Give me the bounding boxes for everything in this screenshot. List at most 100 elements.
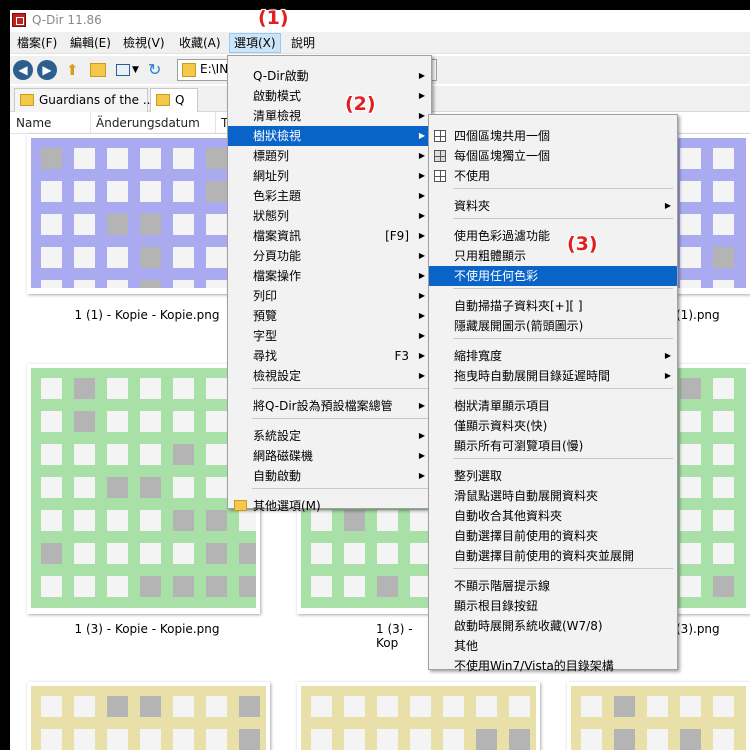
options-menu-item[interactable]: 網址列 ▶ [228, 166, 431, 186]
tree-submenu-item[interactable]: 其他 [429, 636, 677, 656]
submenu-arrow-icon: ▶ [418, 211, 425, 220]
file-caption[interactable]: 1 (3) - Kopie - Kopie.png [22, 622, 272, 636]
options-menu-item[interactable]: 清單檢視 ▶ [228, 106, 431, 126]
tree-submenu-item[interactable]: 自動收合其他資料夾 [429, 506, 677, 526]
tree-submenu-item[interactable]: 四個區塊共用一個 [429, 126, 677, 146]
tree-submenu-item[interactable]: 不使用任何色彩 [429, 266, 677, 286]
thumbnail[interactable] [27, 364, 260, 614]
tree-submenu-item[interactable]: 只用粗體顯示 [429, 246, 677, 266]
tree-submenu-item[interactable]: 顯示根目錄按鈕 [429, 596, 677, 616]
menu-file[interactable]: 檔案(F) [13, 34, 61, 52]
options-menu-item[interactable]: Q-Dir啟動 ▶ [228, 66, 431, 86]
tree-submenu-item[interactable]: 自動選擇目前使用的資料夾 [429, 526, 677, 546]
submenu-arrow-icon: ▶ [418, 351, 425, 360]
submenu-arrow-icon: ▶ [418, 231, 425, 240]
menu-item-label: 整列選取 [454, 469, 503, 483]
tree-submenu-item[interactable]: 拖曳時自動展開目錄延遲時間 ▶ [429, 366, 677, 386]
options-menu-item[interactable]: 標題列 ▶ [228, 146, 431, 166]
options-menu-item[interactable]: 將Q-Dir設為預設檔案總管 ▶ [228, 396, 431, 416]
submenu-arrow-icon: ▶ [418, 451, 425, 460]
options-menu-item[interactable]: 列印 ▶ [228, 286, 431, 306]
tree-submenu-item[interactable]: 啟動時展開系統收藏(W7/8) [429, 616, 677, 636]
app-icon [12, 13, 26, 27]
options-menu-item[interactable]: 狀態列 ▶ [228, 206, 431, 226]
menu-item-label: 網路磁碟機 [253, 449, 314, 463]
tree-submenu-item[interactable]: 使用色彩過濾功能 [429, 226, 677, 246]
column-divider[interactable] [215, 112, 216, 134]
options-menu-item[interactable]: 啟動模式 ▶ [228, 86, 431, 106]
menu-item-label: 只用粗體顯示 [454, 249, 527, 263]
submenu-arrow-icon: ▶ [418, 291, 425, 300]
thumbnail[interactable] [297, 682, 540, 750]
tree-submenu-item[interactable]: 滑鼠點選時自動展開資料夾 [429, 486, 677, 506]
tree-submenu-item[interactable]: 不使用 [429, 166, 677, 186]
menu-separator [252, 418, 430, 419]
tree-submenu-item[interactable]: 資料夾 ▶ [429, 196, 677, 216]
tab-label: Q [175, 93, 185, 107]
menu-shortcut: F3 [394, 349, 409, 363]
submenu-arrow-icon: ▶ [418, 251, 425, 260]
options-menu-item[interactable]: 檢視設定 ▶ [228, 366, 431, 386]
thumbnail[interactable] [27, 682, 270, 750]
menu-item-label: 分頁功能 [253, 249, 302, 263]
submenu-arrow-icon: ▶ [418, 331, 425, 340]
options-menu-item[interactable]: 檔案操作 ▶ [228, 266, 431, 286]
tree-submenu-item[interactable]: 不使用Win7/Vista的目錄架構 [429, 656, 677, 676]
options-menu-item[interactable]: 分頁功能 ▶ [228, 246, 431, 266]
forward-icon[interactable]: ▶ [37, 60, 57, 80]
tree-submenu-item[interactable]: 縮排寬度 ▶ [429, 346, 677, 366]
menu-item-label: 尋找 [253, 349, 278, 363]
folder-icon [156, 94, 170, 106]
title-bar: Q-Dir 11.86 [10, 10, 750, 32]
menu-options[interactable]: 選項(X) [229, 33, 281, 53]
options-menu-item[interactable]: 樹狀檢視 ▶ [228, 126, 431, 146]
options-menu-item[interactable]: 檔案資訊 [F9] ▶ [228, 226, 431, 246]
options-menu-item[interactable]: 網路磁碟機 ▶ [228, 446, 431, 466]
view-mode-icon[interactable] [116, 64, 130, 76]
options-menu-item[interactable]: 自動啟動 ▶ [228, 466, 431, 486]
menu-help[interactable]: 說明 [287, 34, 319, 52]
options-menu-item[interactable]: 系統設定 ▶ [228, 426, 431, 446]
window-title: Q-Dir 11.86 [32, 13, 102, 27]
menu-item-label: 僅顯示資料夾(快) [454, 419, 548, 433]
tab-guardians[interactable]: Guardians of the ... [14, 88, 154, 112]
thumbnail[interactable] [27, 134, 260, 294]
tree-submenu-item[interactable]: 顯示所有可瀏覽項目(慢) [429, 436, 677, 456]
tree-submenu-item[interactable]: 隱藏展開圖示(箭頭圖示) [429, 316, 677, 336]
tree-submenu-item[interactable]: 自動選擇目前使用的資料夾並展開 [429, 546, 677, 566]
refresh-icon[interactable]: ↻ [148, 60, 168, 80]
options-menu-item[interactable]: 其他選項(M) [228, 496, 431, 516]
tree-submenu-item[interactable]: 僅顯示資料夾(快) [429, 416, 677, 436]
up-folder-icon[interactable]: ⬆ [66, 60, 86, 80]
options-menu-item[interactable]: 預覽 ▶ [228, 306, 431, 326]
tree-submenu-item[interactable]: 每個區塊獨立一個 [429, 146, 677, 166]
column-divider[interactable] [90, 112, 91, 134]
tree-submenu-item[interactable]: 整列選取 [429, 466, 677, 486]
options-menu-item[interactable]: 尋找 F3 ▶ [228, 346, 431, 366]
menu-item-label: 狀態列 [253, 209, 290, 223]
options-menu-item[interactable]: 色彩主題 ▶ [228, 186, 431, 206]
back-icon[interactable]: ◀ [13, 60, 33, 80]
menu-favorites[interactable]: 收藏(A) [175, 34, 225, 52]
submenu-arrow-icon: ▶ [418, 191, 425, 200]
options-menu-item[interactable]: 字型 ▶ [228, 326, 431, 346]
new-folder-icon[interactable] [90, 63, 106, 77]
menu-item-label: 自動選擇目前使用的資料夾 [454, 529, 599, 543]
column-name[interactable]: Name [16, 116, 51, 130]
menu-item-label: 檔案操作 [253, 269, 302, 283]
menu-item-label: 滑鼠點選時自動展開資料夾 [454, 489, 599, 503]
file-caption[interactable]: 1 (3) - Kop [290, 622, 430, 650]
submenu-arrow-icon: ▶ [418, 131, 425, 140]
menu-view[interactable]: 檢視(V) [119, 34, 169, 52]
tab-q[interactable]: Q [150, 88, 198, 112]
submenu-arrow-icon: ▶ [418, 151, 425, 160]
submenu-arrow-icon: ▶ [418, 271, 425, 280]
tree-submenu-item[interactable]: 樹狀清單顯示項目 [429, 396, 677, 416]
menu-item-label: 樹狀清單顯示項目 [454, 399, 551, 413]
column-modified[interactable]: Änderungsdatum [96, 116, 200, 130]
menu-item-label: 自動掃描子資料夾[+][ ] [454, 299, 583, 313]
menu-edit[interactable]: 編輯(E) [66, 34, 115, 52]
thumbnail[interactable] [567, 682, 750, 750]
tree-submenu-item[interactable]: 不顯示階層提示線 [429, 576, 677, 596]
tree-submenu-item[interactable]: 自動掃描子資料夾[+][ ] [429, 296, 677, 316]
